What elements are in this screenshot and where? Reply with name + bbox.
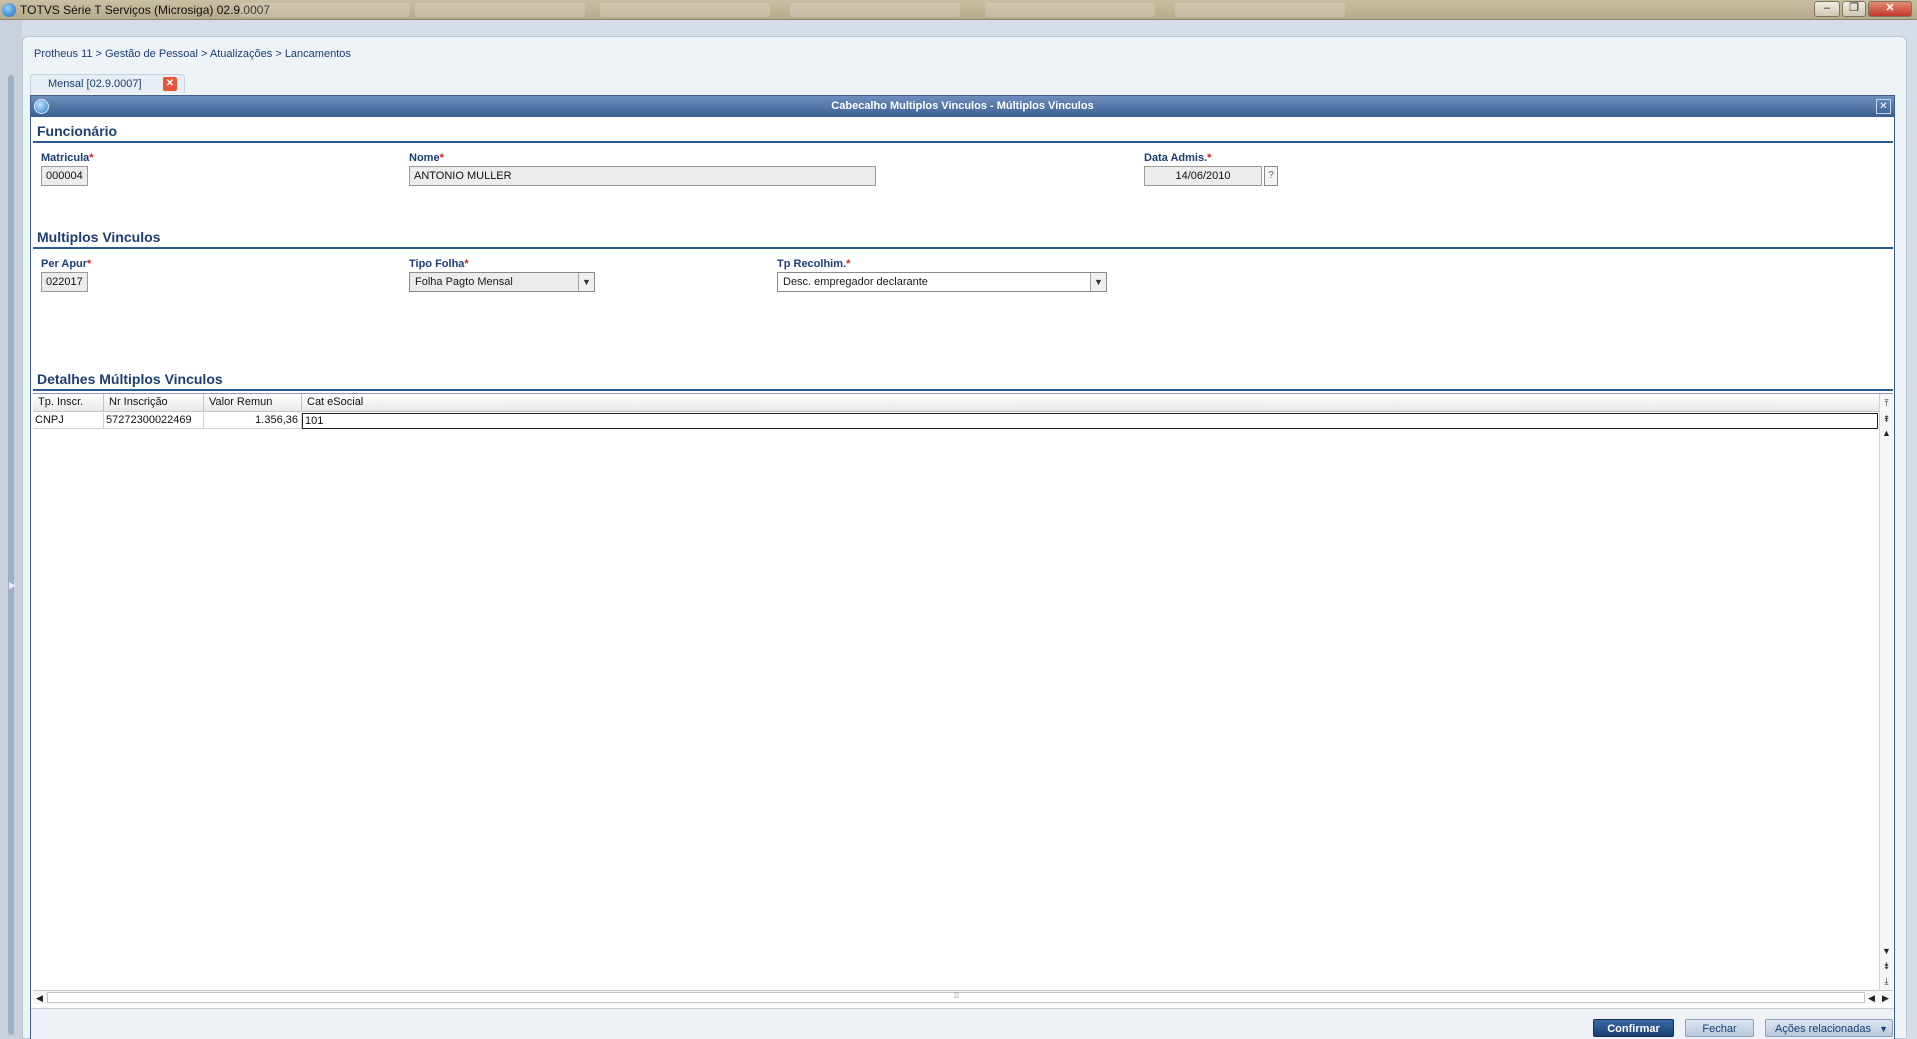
background-taskbar-item	[415, 3, 585, 17]
window-title: TOTVS Série T Serviços (Microsiga) 02.9.…	[20, 3, 271, 17]
tp-recolhim-value: Desc. empregador declarante	[783, 276, 928, 288]
nome-field[interactable]: ANTONIO MULLER	[409, 166, 876, 186]
column-header-valor-remun[interactable]: Valor Remun	[204, 394, 302, 412]
scroll-left-icon[interactable]: ◀	[1865, 991, 1878, 1005]
expand-arrow-icon[interactable]: ▶	[9, 580, 16, 591]
section-divider	[33, 141, 1893, 143]
tp-recolhim-select[interactable]: Desc. empregador declarante ▼	[777, 272, 1107, 292]
chevron-down-icon[interactable]: ▼	[1090, 273, 1106, 291]
data-admis-label: Data Admis.*	[1144, 152, 1212, 164]
close-icon[interactable]: ✕	[163, 77, 177, 91]
date-help-button[interactable]: ?	[1264, 166, 1278, 186]
chevron-down-icon: ▼	[1879, 1024, 1888, 1034]
tp-recolhim-label: Tp Recolhim.*	[777, 258, 851, 270]
minimize-button[interactable]: –	[1814, 1, 1840, 17]
tipo-folha-select[interactable]: Folha Pagto Mensal ▼	[409, 272, 595, 292]
cell-nr-inscricao[interactable]: 57272300022469	[104, 413, 204, 429]
acoes-relacionadas-label: Ações relacionadas	[1775, 1023, 1872, 1035]
dialog-footer: Confirmar Fechar Ações relacionadas ▼	[31, 1008, 1894, 1039]
window-close-button[interactable]: ✕	[1868, 1, 1912, 17]
scroll-page-down-icon[interactable]: ⇟	[1880, 959, 1893, 973]
cell-valor-remun[interactable]: 1.356,36	[204, 413, 302, 429]
column-header-cat-esocial[interactable]: Cat eSocial	[302, 394, 1880, 412]
background-taskbar-item	[240, 3, 410, 17]
side-panel-collapsed: ▶	[0, 20, 22, 1039]
window-titlebar: TOTVS Série T Serviços (Microsiga) 02.9.…	[0, 0, 1917, 20]
table-row[interactable]: CNPJ 57272300022469 1.356,36 101	[33, 413, 1880, 429]
scroll-bottom-icon[interactable]: ⤓	[1880, 974, 1893, 988]
background-taskbar-item	[985, 3, 1155, 17]
scroll-page-up-icon[interactable]: ⇞	[1880, 412, 1893, 426]
chevron-down-icon[interactable]: ▼	[578, 273, 594, 291]
background-taskbar-item	[1175, 3, 1345, 17]
tipo-folha-value: Folha Pagto Mensal	[415, 276, 513, 288]
tab-mensal[interactable]: Mensal [02.9.0007] ✕	[30, 74, 185, 93]
scroll-top-icon[interactable]: ⤒	[1880, 396, 1893, 410]
dialog-close-button[interactable]: ✕	[1876, 99, 1891, 114]
background-taskbar-item	[600, 3, 770, 17]
confirmar-button[interactable]: Confirmar	[1593, 1019, 1674, 1037]
scroll-left-icon[interactable]: ◀	[33, 991, 46, 1005]
background-taskbar-item	[790, 3, 960, 17]
scroll-down-icon[interactable]: ▼	[1880, 944, 1893, 958]
detalhes-grid: Tp. Inscr. Nr Inscrição Valor Remun Cat …	[33, 393, 1893, 1004]
data-admis-field[interactable]: 14/06/2010	[1144, 166, 1262, 186]
fechar-button[interactable]: Fechar	[1685, 1019, 1754, 1037]
tab-label: Mensal [02.9.0007]	[48, 78, 142, 90]
side-panel-rail[interactable]	[8, 75, 14, 1035]
per-apur-label: Per Apur*	[41, 258, 92, 270]
matricula-label: Matricula*	[41, 152, 94, 164]
column-header-tp-inscr[interactable]: Tp. Inscr.	[33, 394, 104, 412]
nome-label: Nome*	[409, 152, 444, 164]
grid-header: Tp. Inscr. Nr Inscrição Valor Remun Cat …	[33, 394, 1880, 412]
tipo-folha-label: Tipo Folha*	[409, 258, 469, 270]
dialog-header: Cabecalho Multiplos Vinculos - Múltiplos…	[31, 96, 1894, 117]
vertical-scrollbar[interactable]: ⤒ ⇞ ▲ ▼ ⇟ ⤓	[1879, 394, 1893, 990]
section-title-multiplos: Multiplos Vinculos	[37, 229, 161, 245]
restore-button[interactable]: ❐	[1842, 1, 1866, 17]
scroll-up-icon[interactable]: ▲	[1880, 426, 1893, 440]
section-divider	[33, 247, 1893, 249]
acoes-relacionadas-button[interactable]: Ações relacionadas ▼	[1765, 1019, 1893, 1037]
section-divider	[33, 389, 1893, 391]
column-header-nr-inscricao[interactable]: Nr Inscrição	[104, 394, 204, 412]
dialog-multiplos-vinculos: Cabecalho Multiplos Vinculos - Múltiplos…	[30, 95, 1895, 1039]
section-title-funcionario: Funcionário	[37, 123, 118, 139]
grip-icon: ⁞⁞⁞⁞	[953, 991, 960, 1000]
cell-cat-esocial-editor[interactable]: 101	[302, 413, 1878, 429]
dialog-title: Cabecalho Multiplos Vinculos - Múltiplos…	[831, 100, 1094, 112]
cell-tp-inscr[interactable]: CNPJ	[33, 413, 104, 429]
horizontal-scrollbar[interactable]: ◀ ⁞⁞⁞⁞ ◀ ▶	[33, 990, 1893, 1004]
scroll-right-icon[interactable]: ▶	[1879, 991, 1892, 1005]
per-apur-field[interactable]: 022017	[41, 272, 88, 292]
matricula-field[interactable]: 000004	[41, 166, 88, 186]
breadcrumb[interactable]: Protheus 11 > Gestão de Pessoal > Atuali…	[34, 48, 351, 60]
horizontal-scroll-thumb[interactable]: ⁞⁞⁞⁞	[47, 991, 1865, 1003]
section-title-detalhes: Detalhes Múltiplos Vinculos	[37, 371, 223, 387]
totvs-logo-icon	[2, 3, 16, 17]
